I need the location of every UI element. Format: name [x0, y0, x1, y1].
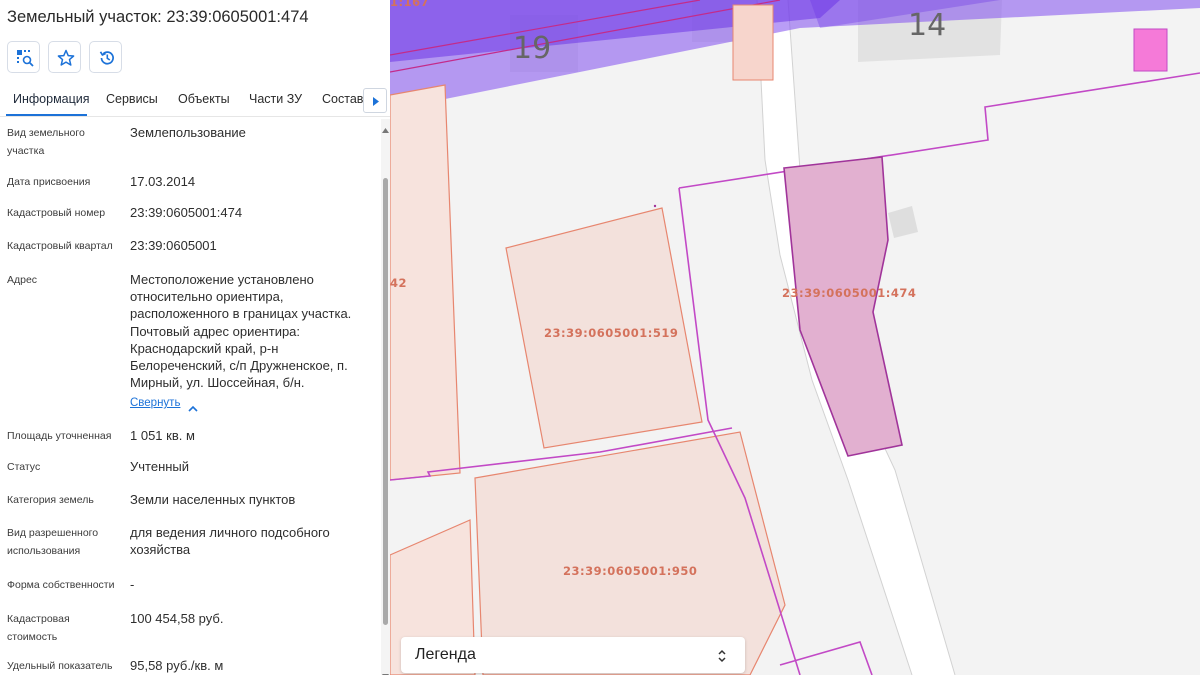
- tab-parts[interactable]: Части ЗУ: [249, 92, 302, 106]
- field-value: 23:39:0605001: [130, 238, 217, 253]
- plot-number: 19: [513, 31, 551, 66]
- field-value: 17.03.2014: [130, 174, 196, 189]
- chevron-up-icon[interactable]: [188, 400, 198, 418]
- scrollbar-thumb[interactable]: [383, 178, 388, 625]
- favorite-button[interactable]: [48, 41, 81, 73]
- field-label: Кадастровый номер: [7, 207, 106, 219]
- info-panel: Земельный участок: 23:39:0605001:474 Инф…: [0, 0, 390, 675]
- field-value: 1 051 кв. м: [130, 428, 195, 443]
- tabs-scroll-right-button[interactable]: [363, 88, 387, 113]
- legend-dropdown[interactable]: Легенда: [401, 637, 745, 673]
- parcel-label-selected: 23:39:0605001:474: [782, 286, 916, 300]
- field-value: -: [130, 577, 135, 592]
- parcel-label: 23:39:0605001:950: [563, 564, 697, 578]
- field-label: Вид земельного участка: [7, 127, 85, 157]
- page-title: Земельный участок: 23:39:0605001:474: [7, 8, 309, 26]
- tab-composition[interactable]: Состав: [322, 92, 363, 106]
- field-label: Категория земель: [7, 494, 94, 506]
- field-value: для ведения личного подсобного хозяйства: [130, 525, 330, 558]
- field-label: Кадастровая стоимость: [7, 613, 70, 643]
- expand-collapse-icon[interactable]: [717, 648, 727, 669]
- field-value: Учтенный: [130, 459, 190, 474]
- collapse-link[interactable]: Свернуть: [130, 397, 180, 409]
- active-tab-indicator: [6, 114, 87, 116]
- field-label: Дата присвоения: [7, 176, 91, 188]
- scroll-up-arrow-icon[interactable]: [382, 120, 389, 138]
- field-value: 23:39:0605001:474: [130, 205, 243, 220]
- map-point: [653, 204, 657, 208]
- parcel-label-partial: 42: [390, 276, 407, 290]
- history-button[interactable]: [89, 41, 122, 73]
- small-structure: [732, 4, 774, 81]
- field-value: Землепользование: [130, 125, 246, 140]
- tab-objects[interactable]: Объекты: [178, 92, 230, 106]
- field-label: Кадастровый квартал: [7, 240, 113, 252]
- field-label: Форма собственности: [7, 579, 115, 591]
- map-view[interactable]: 19 14 1:167 42 23:39:0605001:519 23:39:0…: [390, 0, 1200, 675]
- field-value: 100 454,58 руб.: [130, 611, 224, 626]
- select-area-button[interactable]: [7, 41, 40, 73]
- parcel-label-partial: 1:167: [390, 0, 429, 9]
- field-value: 95,58 руб./кв. м: [130, 658, 224, 673]
- field-label: Адрес: [7, 274, 38, 286]
- plot-number: 14: [908, 8, 946, 43]
- field-label: Статус: [7, 461, 41, 473]
- tab-information[interactable]: Информация: [13, 92, 90, 106]
- field-label: Вид разрешенного использования: [7, 527, 99, 557]
- map-canvas[interactable]: 19 14 1:167 42 23:39:0605001:519 23:39:0…: [390, 0, 1200, 675]
- small-structure: [1133, 28, 1168, 72]
- tab-bar: Информация Сервисы Объекты Части ЗУ Сост…: [0, 84, 390, 117]
- tab-services[interactable]: Сервисы: [106, 92, 158, 106]
- field-value: Земли населенных пунктов: [130, 492, 296, 507]
- field-label: Площадь уточненная: [7, 430, 112, 442]
- legend-label: Легенда: [415, 646, 476, 663]
- parcel-label: 23:39:0605001:519: [544, 326, 678, 340]
- field-value: Местоположение установлено относительно …: [130, 272, 352, 391]
- field-label: Удельный показатель: [7, 660, 113, 672]
- scroll-down-arrow-icon[interactable]: [382, 666, 389, 675]
